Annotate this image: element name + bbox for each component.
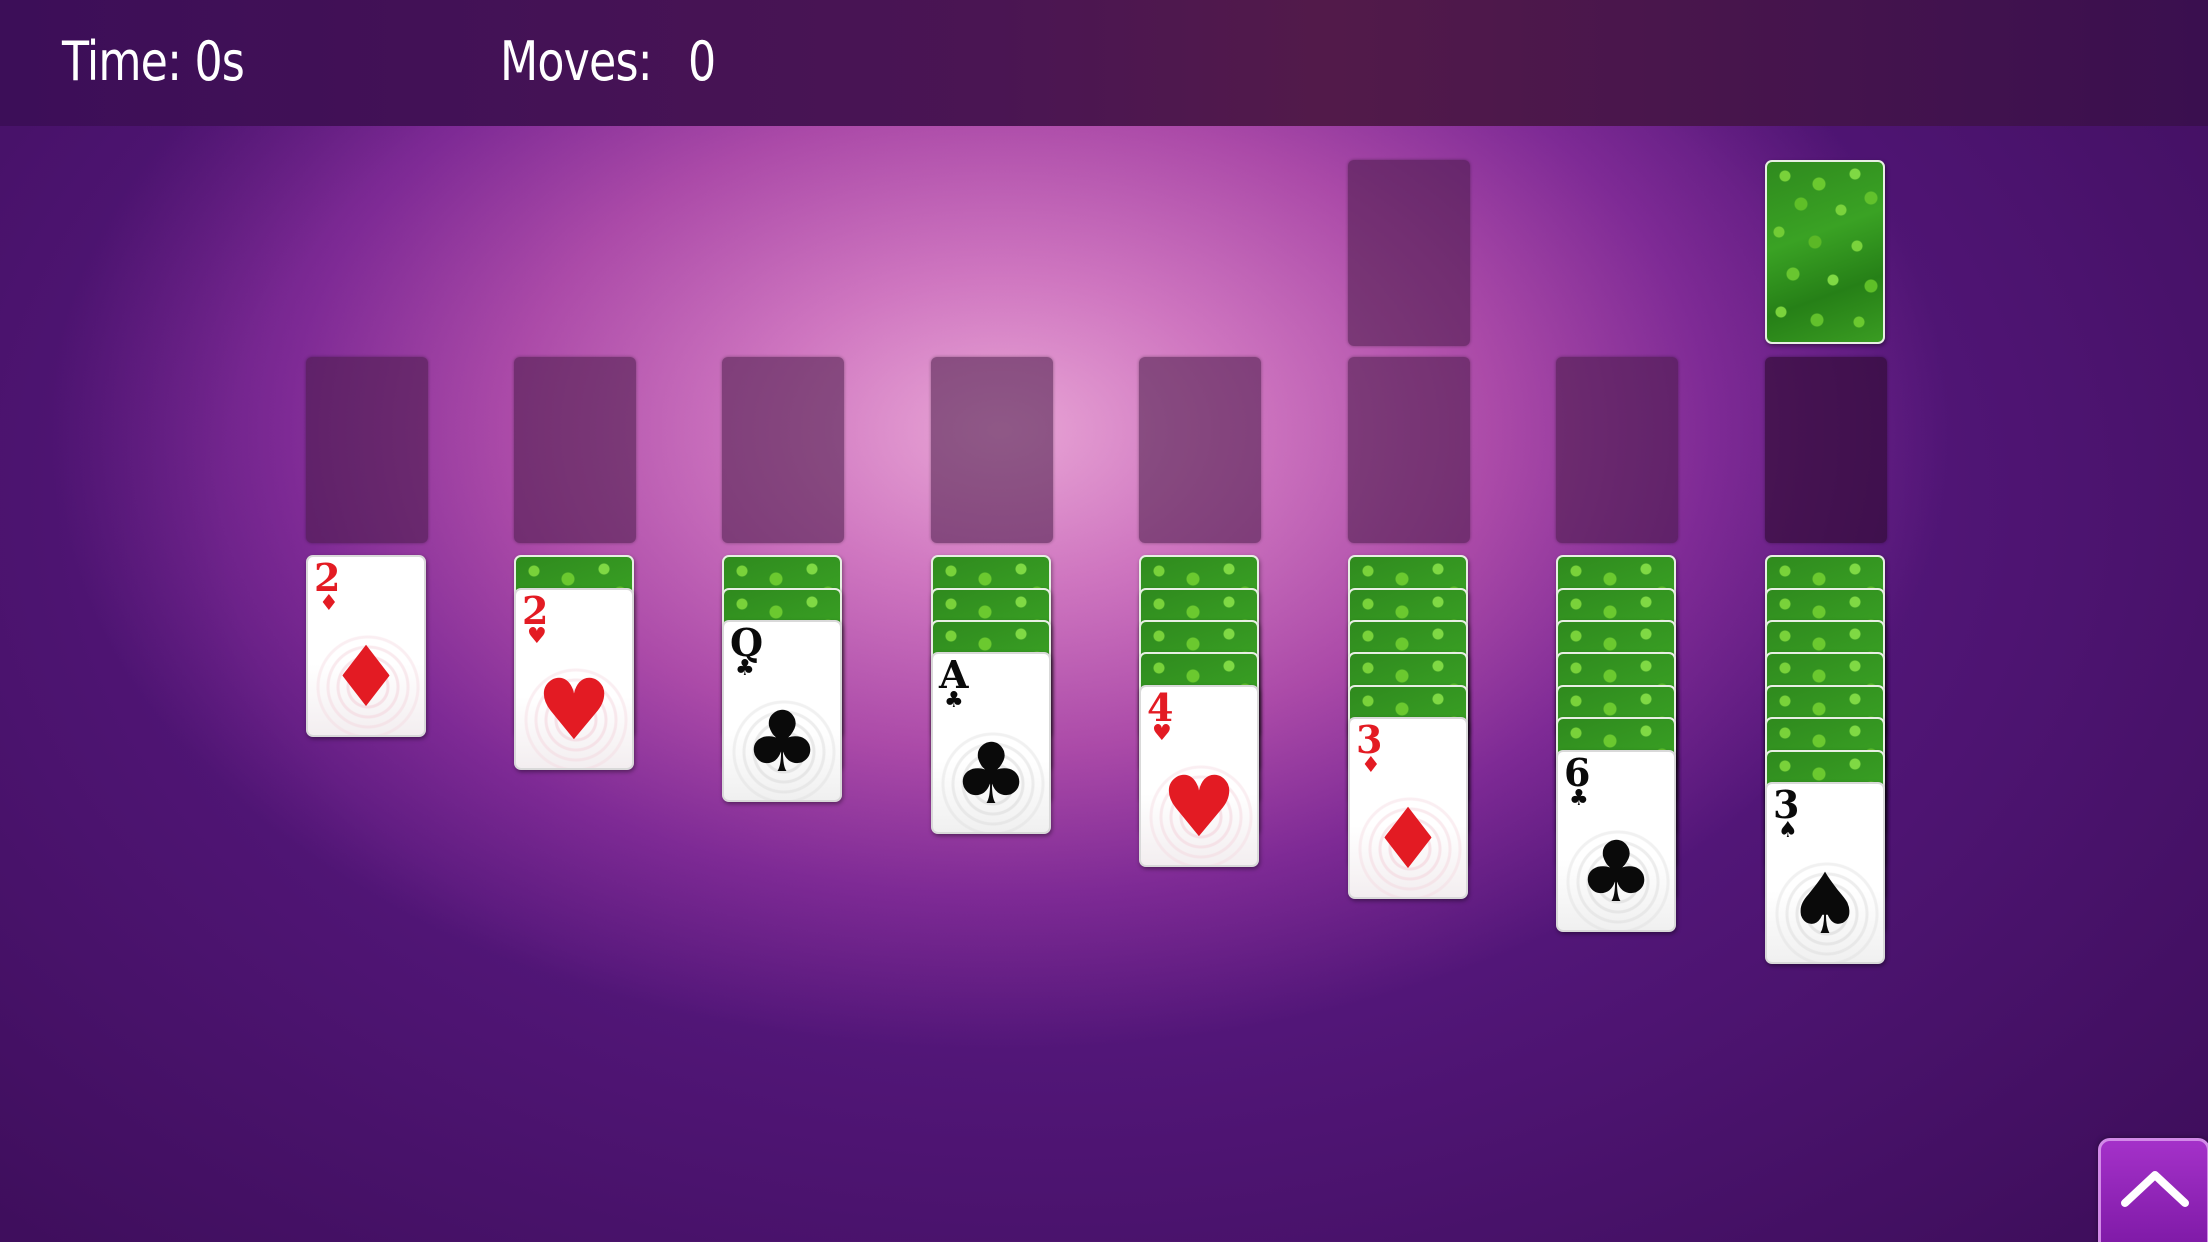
column-slot-7: [1556, 357, 1678, 543]
moves-display: Moves: 0: [500, 30, 716, 93]
heart-icon: ♥: [1161, 758, 1237, 856]
moves-value: 0: [688, 30, 716, 93]
diamond-icon: ♦: [1361, 753, 1381, 778]
column-slot-3: [722, 357, 844, 543]
column-slot-8: [1765, 357, 1887, 543]
column-slot-6: [1348, 357, 1470, 543]
club-icon: ♣: [1578, 823, 1654, 921]
club-icon: ♣: [944, 688, 964, 713]
spade-icon: ♠: [1778, 818, 1798, 843]
time-display: Time: 0s: [62, 30, 245, 93]
tableau-card-3-spades[interactable]: 3 ♠ ♠: [1765, 782, 1885, 964]
heart-icon: ♥: [1152, 721, 1172, 746]
tableau-card-4-hearts[interactable]: 4 ♥ ♥: [1139, 685, 1259, 867]
time-value: 0s: [194, 30, 245, 93]
club-icon: ♣: [735, 656, 755, 681]
menu-toggle-button[interactable]: [2098, 1138, 2208, 1242]
column-slot-1: [306, 357, 428, 543]
tableau-card-2-diamonds[interactable]: 2 ♦ ♦: [306, 555, 426, 737]
tableau-card-2-hearts[interactable]: 2 ♥ ♥: [514, 588, 634, 770]
moves-label: Moves:: [500, 30, 653, 93]
tableau-card-a-clubs[interactable]: A ♣ ♣: [931, 652, 1051, 834]
club-icon: ♣: [1569, 786, 1589, 811]
tableau-card-3-diamonds[interactable]: 3 ♦ ♦: [1348, 717, 1468, 899]
heart-icon: ♥: [536, 661, 612, 759]
column-slot-5: [1139, 357, 1261, 543]
tableau-card-6-clubs[interactable]: 6 ♣ ♣: [1556, 750, 1676, 932]
hud-bar: Time: 0s Moves: 0: [0, 0, 2208, 126]
column-slot-4: [931, 357, 1053, 543]
club-icon: ♣: [744, 693, 820, 791]
diamond-icon: ♦: [319, 591, 339, 616]
diamond-icon: ♦: [1370, 790, 1446, 888]
diamond-icon: ♦: [328, 628, 404, 726]
club-icon: ♣: [953, 725, 1029, 823]
spade-icon: ♠: [1787, 855, 1863, 953]
stock-pile[interactable]: [1765, 160, 1885, 344]
time-label: Time:: [62, 30, 182, 93]
foundation-slot[interactable]: [1348, 160, 1470, 346]
heart-icon: ♥: [527, 624, 547, 649]
column-slot-2: [514, 357, 636, 543]
chevron-up-icon: [2121, 1171, 2189, 1207]
tableau-card-q-clubs[interactable]: Q ♣ ♣: [722, 620, 842, 802]
